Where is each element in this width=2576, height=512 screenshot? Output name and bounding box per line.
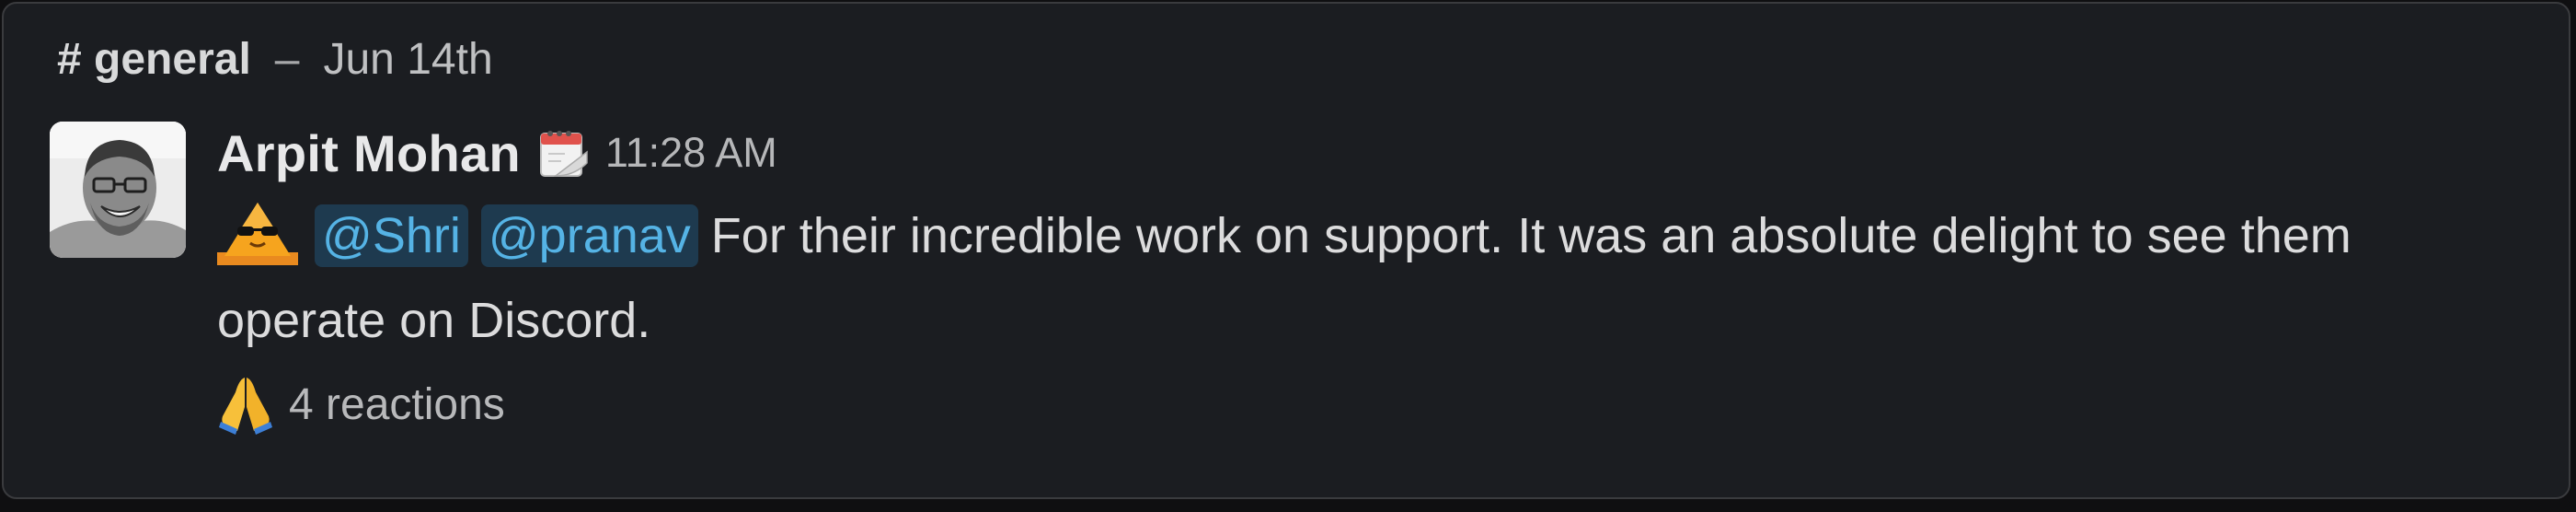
message-card: # general – Jun 14th Arpit Mohan 11:28 A…	[2, 2, 2570, 499]
party-cone-sunglasses-emoji	[217, 201, 298, 265]
message: Arpit Mohan 11:28 AM @Shri @pranav For t…	[217, 118, 2517, 363]
message-date[interactable]: Jun 14th	[323, 34, 492, 85]
message-header: Arpit Mohan 11:28 AM	[217, 118, 2517, 188]
avatar-photo	[50, 122, 186, 258]
reactions-count[interactable]: 4 reactions	[289, 379, 505, 430]
mention-shri[interactable]: @Shri	[315, 204, 468, 267]
message-body: @Shri @pranav For their incredible work on…	[217, 193, 2425, 363]
reactions-summary[interactable]: 4 reactions	[217, 372, 505, 436]
channel-link[interactable]: # general	[57, 34, 251, 85]
mention-pranav[interactable]: @pranav	[480, 204, 698, 267]
folded-hands-icon	[219, 378, 272, 435]
header-separator: –	[274, 34, 300, 84]
message-timestamp[interactable]: 11:28 AM	[605, 129, 777, 177]
author-name[interactable]: Arpit Mohan	[217, 123, 521, 183]
calendar-icon[interactable]	[537, 126, 591, 180]
channel-header: # general – Jun 14th	[57, 31, 493, 87]
avatar[interactable]	[50, 122, 186, 258]
